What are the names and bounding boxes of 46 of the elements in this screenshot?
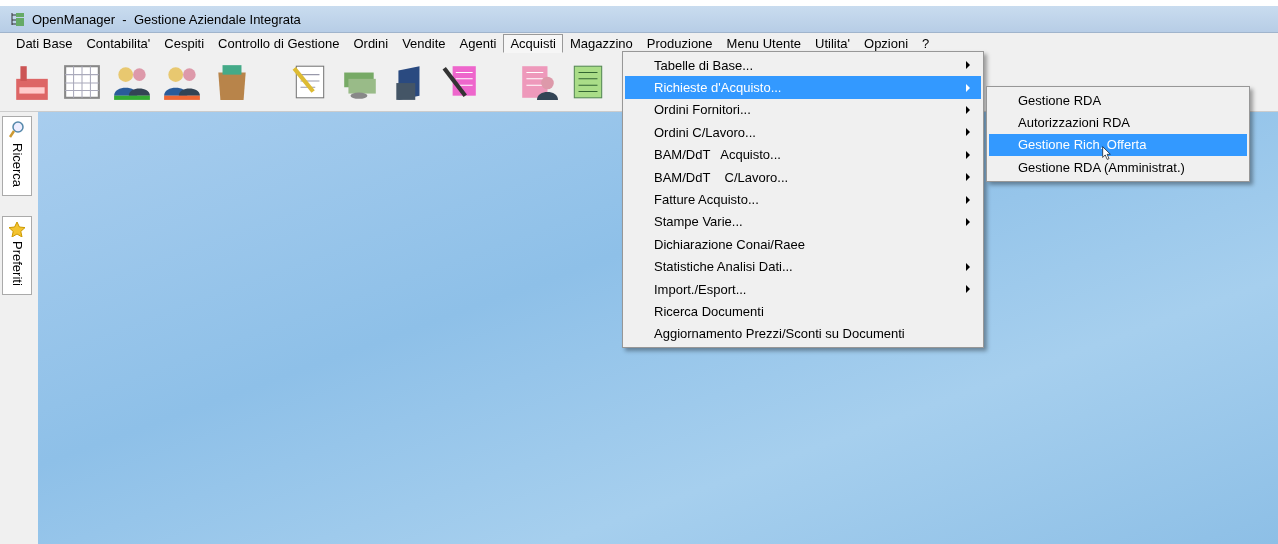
menu-item[interactable]: Vendite xyxy=(395,33,453,53)
submenu-arrow-icon xyxy=(965,217,971,226)
menu-item[interactable]: ? xyxy=(915,33,937,53)
submenu-arrow-icon xyxy=(965,105,971,114)
submenu-arrow-icon xyxy=(965,150,971,159)
menu-item[interactable]: Dati Base xyxy=(9,33,80,53)
menu-option[interactable]: Aggiornamento Prezzi/Sconti su Documenti xyxy=(625,322,981,346)
menu-option[interactable]: Statistiche Analisi Dati... xyxy=(625,255,981,278)
submenu-arrow-icon xyxy=(965,61,971,70)
submenu-arrow-icon xyxy=(965,173,971,182)
menu-option[interactable]: Dichiarazione Conai/Raee xyxy=(625,233,981,256)
menu-item[interactable]: Produzione xyxy=(639,33,720,53)
submenu-arrow-icon xyxy=(965,195,971,204)
menu-item[interactable]: Magazzino xyxy=(562,33,640,53)
menu-option[interactable]: Gestione RDA xyxy=(989,89,1247,112)
menu-option[interactable]: Stampe Varie... xyxy=(625,210,981,234)
menu-item[interactable]: Contabilita' xyxy=(79,33,158,53)
menu-option[interactable]: Fatture Acquisto... xyxy=(625,188,981,211)
menu-item[interactable]: Acquisti xyxy=(503,33,563,53)
menu-option[interactable]: Ordini Fornitori... xyxy=(625,98,981,122)
menu-item[interactable]: Agenti xyxy=(452,33,504,53)
star-folder-icon xyxy=(8,221,26,238)
menu-option[interactable]: Gestione RDA (Amministrat.) xyxy=(989,156,1247,179)
menu-item[interactable]: Opzioni xyxy=(857,33,916,53)
menu-item[interactable]: Ordini xyxy=(346,33,396,53)
menu-item[interactable]: Cespiti xyxy=(157,33,212,53)
submenu-arrow-icon xyxy=(965,83,971,92)
tree-icon xyxy=(10,11,26,27)
menu-option[interactable]: Autorizzazioni RDA xyxy=(989,111,1247,134)
menu-item[interactable]: Controllo di Gestione xyxy=(211,33,347,53)
submenu-arrow-icon xyxy=(965,262,971,271)
menu-option[interactable]: Ordini C/Lavoro... xyxy=(625,121,981,144)
side-tab[interactable]: Preferiti xyxy=(2,216,32,295)
side-tab[interactable]: Ricerca xyxy=(2,116,32,197)
submenu-arrow-icon xyxy=(965,128,971,137)
menu-item[interactable]: Utilita' xyxy=(808,33,857,53)
menu-item[interactable]: Menu Utente xyxy=(719,33,808,53)
menu-option[interactable]: Ricerca Documenti xyxy=(625,300,981,323)
search-icon xyxy=(9,121,25,139)
calendar-icon[interactable] xyxy=(62,62,102,102)
menu-option[interactable]: Tabelle di Base... xyxy=(625,54,981,77)
menu-option[interactable]: BAM/DdT Acquisto... xyxy=(625,143,981,166)
window-title: OpenManager - Gestione Aziendale Integrata xyxy=(32,11,301,27)
submenu-arrow-icon xyxy=(965,285,971,294)
menu-option[interactable]: BAM/DdT C/Lavoro... xyxy=(625,165,981,189)
menu-option[interactable]: Import./Esport... xyxy=(625,277,981,301)
